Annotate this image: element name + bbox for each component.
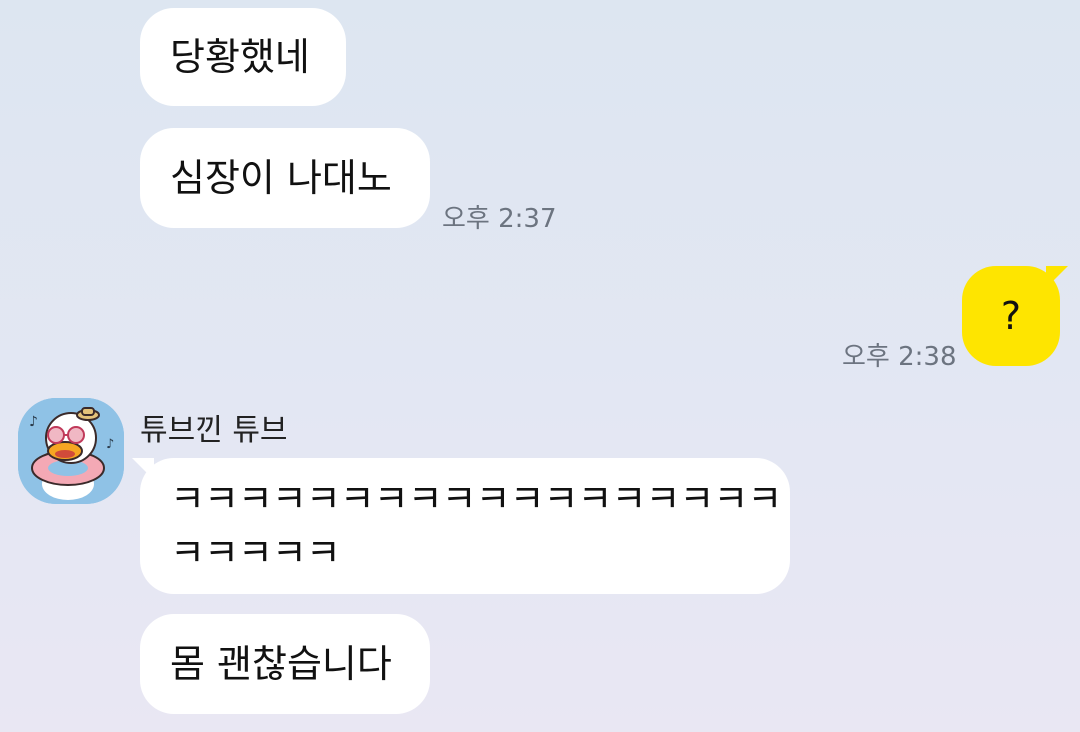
- message-text: 몸 괜찮습니다: [170, 642, 392, 686]
- message-timestamp: 오후 2:38: [842, 342, 957, 372]
- message-bubble[interactable]: ㅋㅋㅋㅋㅋㅋㅋㅋㅋㅋㅋㅋㅋㅋㅋㅋㅋㅋ ㅋㅋㅋㅋㅋ: [132, 458, 790, 594]
- svg-text:♪: ♪: [106, 437, 114, 452]
- message-text-line: ㅋㅋㅋㅋㅋㅋㅋㅋㅋㅋㅋㅋㅋㅋㅋㅋㅋㅋ: [170, 477, 782, 521]
- message-text: 심장이 나대노: [170, 156, 392, 200]
- message-text-line: ㅋㅋㅋㅋㅋ: [170, 531, 341, 575]
- message-timestamp: 오후 2:37: [442, 204, 557, 234]
- message-text: 당황했네: [170, 35, 310, 79]
- message-bubble[interactable]: 당황했네: [140, 8, 346, 106]
- message-bubble[interactable]: 몸 괜찮습니다: [140, 614, 430, 714]
- message-text: ?: [1000, 294, 1022, 338]
- message-bubble[interactable]: 심장이 나대노: [140, 128, 430, 228]
- my-message-bubble[interactable]: ?: [962, 266, 1068, 366]
- sender-name: 튜브낀 튜브: [140, 413, 288, 448]
- profile-avatar[interactable]: ♪ ♪: [18, 398, 124, 504]
- duck-with-tube-avatar-icon: ♪ ♪: [18, 398, 124, 504]
- svg-text:♪: ♪: [29, 414, 38, 430]
